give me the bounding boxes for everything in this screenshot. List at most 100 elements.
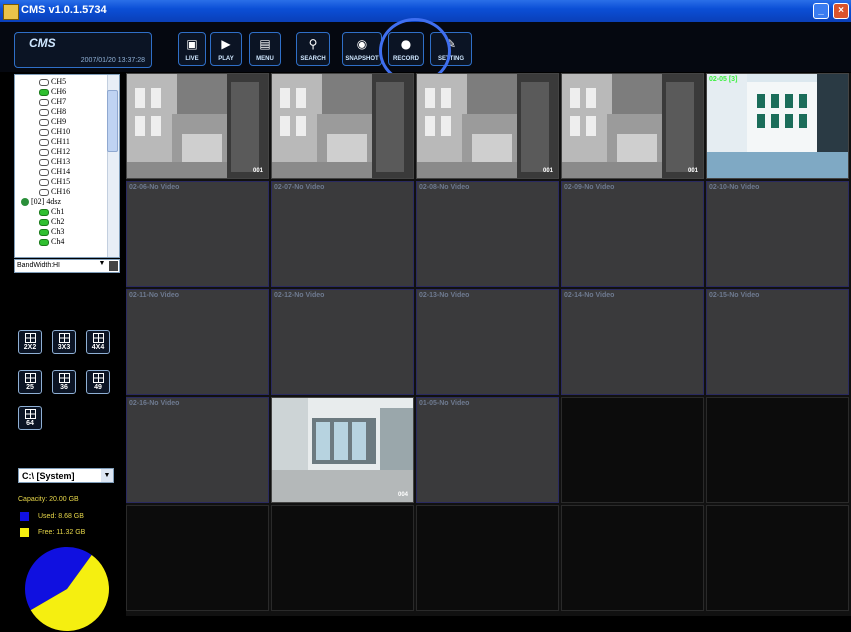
tree-item[interactable]: CH12 [39,147,70,157]
camera-cell[interactable]: 001 [126,73,269,179]
camera-cell[interactable] [416,505,559,611]
cell-label: 02-14-No Video [564,292,615,299]
camera-cell[interactable]: 02-14-No Video [561,289,704,395]
camera-cell[interactable]: 02-10-No Video [706,181,849,287]
cell-label: 02-10-No Video [709,184,760,191]
drive-value: C:\ [System] [22,471,75,481]
cell-label: 02-15-No Video [709,292,760,299]
tree-item[interactable]: CH8 [39,107,66,117]
layout-button-label: 25 [26,384,34,391]
tree-item[interactable]: Ch1 [39,207,64,217]
live-button[interactable]: ▣ LIVE [178,32,206,66]
cell-label: 02-12-No Video [274,292,325,299]
tree-item[interactable]: CH13 [39,157,70,167]
tree-item[interactable]: CH9 [39,117,66,127]
camera-icon [39,178,49,186]
camera-cell[interactable]: 02-13-No Video [416,289,559,395]
camera-cell[interactable]: 02-09-No Video [561,181,704,287]
close-button[interactable]: × [833,3,849,19]
layout-4x4-button[interactable]: 4X4 [86,330,110,354]
layout-3x3-button[interactable]: 3X3 [52,330,76,354]
camera-cell[interactable] [561,397,704,503]
camera-cell[interactable]: 001 [561,73,704,179]
camera-cell[interactable] [706,397,849,503]
drive-select[interactable]: C:\ [System] ▼ [18,468,114,483]
setting-button[interactable]: ✎ SETTING [430,32,472,66]
cell-number: 001 [687,168,698,174]
cell-label: 02-13-No Video [419,292,470,299]
camera-icon [39,108,49,116]
tree-item[interactable]: CH6 [39,87,66,97]
title-bar: CMS v1.0.1.5734 _ × [0,0,851,22]
chevron-down-icon[interactable]: ▼ [97,260,107,272]
chevron-down-icon[interactable]: ▼ [101,469,113,482]
tree-item-label: CH16 [51,187,71,196]
tree-item-label: CH15 [51,177,71,186]
tree-item[interactable]: CH15 [39,177,70,187]
window-title: CMS v1.0.1.5734 [21,4,107,16]
camera-cell[interactable]: 02-16-No Video [126,397,269,503]
camera-cell[interactable] [126,505,269,611]
camera-cell[interactable]: 02-06-No Video [126,181,269,287]
tree-item-label: [02] 4dsz [31,197,61,206]
camera-cell[interactable] [271,505,414,611]
tree-item-label: CH10 [51,127,71,136]
tree-item[interactable]: CH11 [39,137,70,147]
tree-item[interactable]: CH10 [39,127,70,137]
record-button[interactable]: ● RECORD [388,32,424,66]
search-button[interactable]: ⚲ SEARCH [296,32,330,66]
camera-cell[interactable]: 001 [416,73,559,179]
camera-icon [39,228,49,236]
tree-scrollbar[interactable] [107,75,119,257]
minimize-button[interactable]: _ [813,3,829,19]
grid-icon [24,333,36,343]
layout-64-button[interactable]: 64 [18,406,42,430]
layout-button-label: 2X2 [23,344,37,351]
cms-client: CMS 2007/01/20 13:37:28 ▣ LIVE ▶ PLAY ▤ MENU ⚲… [0,18,851,631]
cell-number: 001 [252,168,263,174]
logo-box: CMS 2007/01/20 13:37:28 [14,32,152,68]
camera-icon [39,208,49,216]
layout-49-button[interactable]: 49 [86,370,110,394]
logo: CMS [29,36,56,50]
play-button[interactable]: ▶ PLAY [210,32,242,66]
tree-item[interactable]: Ch4 [39,237,64,247]
camera-icon [39,98,49,106]
camera-cell[interactable]: 02-07-No Video [271,181,414,287]
layout-button-label: 4X4 [91,344,105,351]
grid-icon [58,333,70,343]
camera-cell[interactable]: 02-05 [3] [706,73,849,179]
tree-item[interactable]: Ch2 [39,217,64,227]
layout-2x2-button[interactable]: 2X2 [18,330,42,354]
cell-label: 02-09-No Video [564,184,615,191]
camera-cell[interactable]: 01-05-No Video [416,397,559,503]
layout-25-button[interactable]: 25 [18,370,42,394]
camera-cell[interactable] [706,505,849,611]
camera-cell[interactable]: 02-12-No Video [271,289,414,395]
tree-item[interactable]: Ch3 [39,227,64,237]
camera-cell[interactable]: 02-15-No Video [706,289,849,395]
camera-cell[interactable]: 02-08-No Video [416,181,559,287]
camera-cell[interactable]: 02-11-No Video [126,289,269,395]
tree-item[interactable]: CH16 [39,187,70,197]
cell-label: 02-06-No Video [129,184,180,191]
layout-36-button[interactable]: 36 [52,370,76,394]
tree-item-label: CH9 [51,117,67,126]
toolbar-button-label: RECORD [392,56,419,62]
device-tree[interactable]: CH5 CH6 CH7 CH8 CH9 CH10 CH11 CH12 CH13 CH14 CH15 C… [14,74,120,258]
tree-item[interactable]: CH14 [39,167,70,177]
search-icon: ⚲ [308,37,318,51]
camera-icon [39,158,49,166]
camera-cell[interactable] [561,505,704,611]
datetime: 2007/01/20 13:37:28 [80,57,145,64]
camera-icon [39,238,49,246]
tree-item[interactable]: [02] 4dsz [21,197,61,207]
snapshot-button[interactable]: ◉ SNAPSHOT [342,32,382,66]
camera-cell[interactable] [271,73,414,179]
menu-button[interactable]: ▤ MENU [249,32,281,66]
camera-cell[interactable]: 004 [271,397,414,503]
speaker-icon[interactable] [109,261,118,271]
tree-item[interactable]: CH7 [39,97,66,107]
bandwidth-select[interactable]: BandWidth: HI ▼ [14,259,120,273]
tree-item[interactable]: CH5 [39,77,66,87]
